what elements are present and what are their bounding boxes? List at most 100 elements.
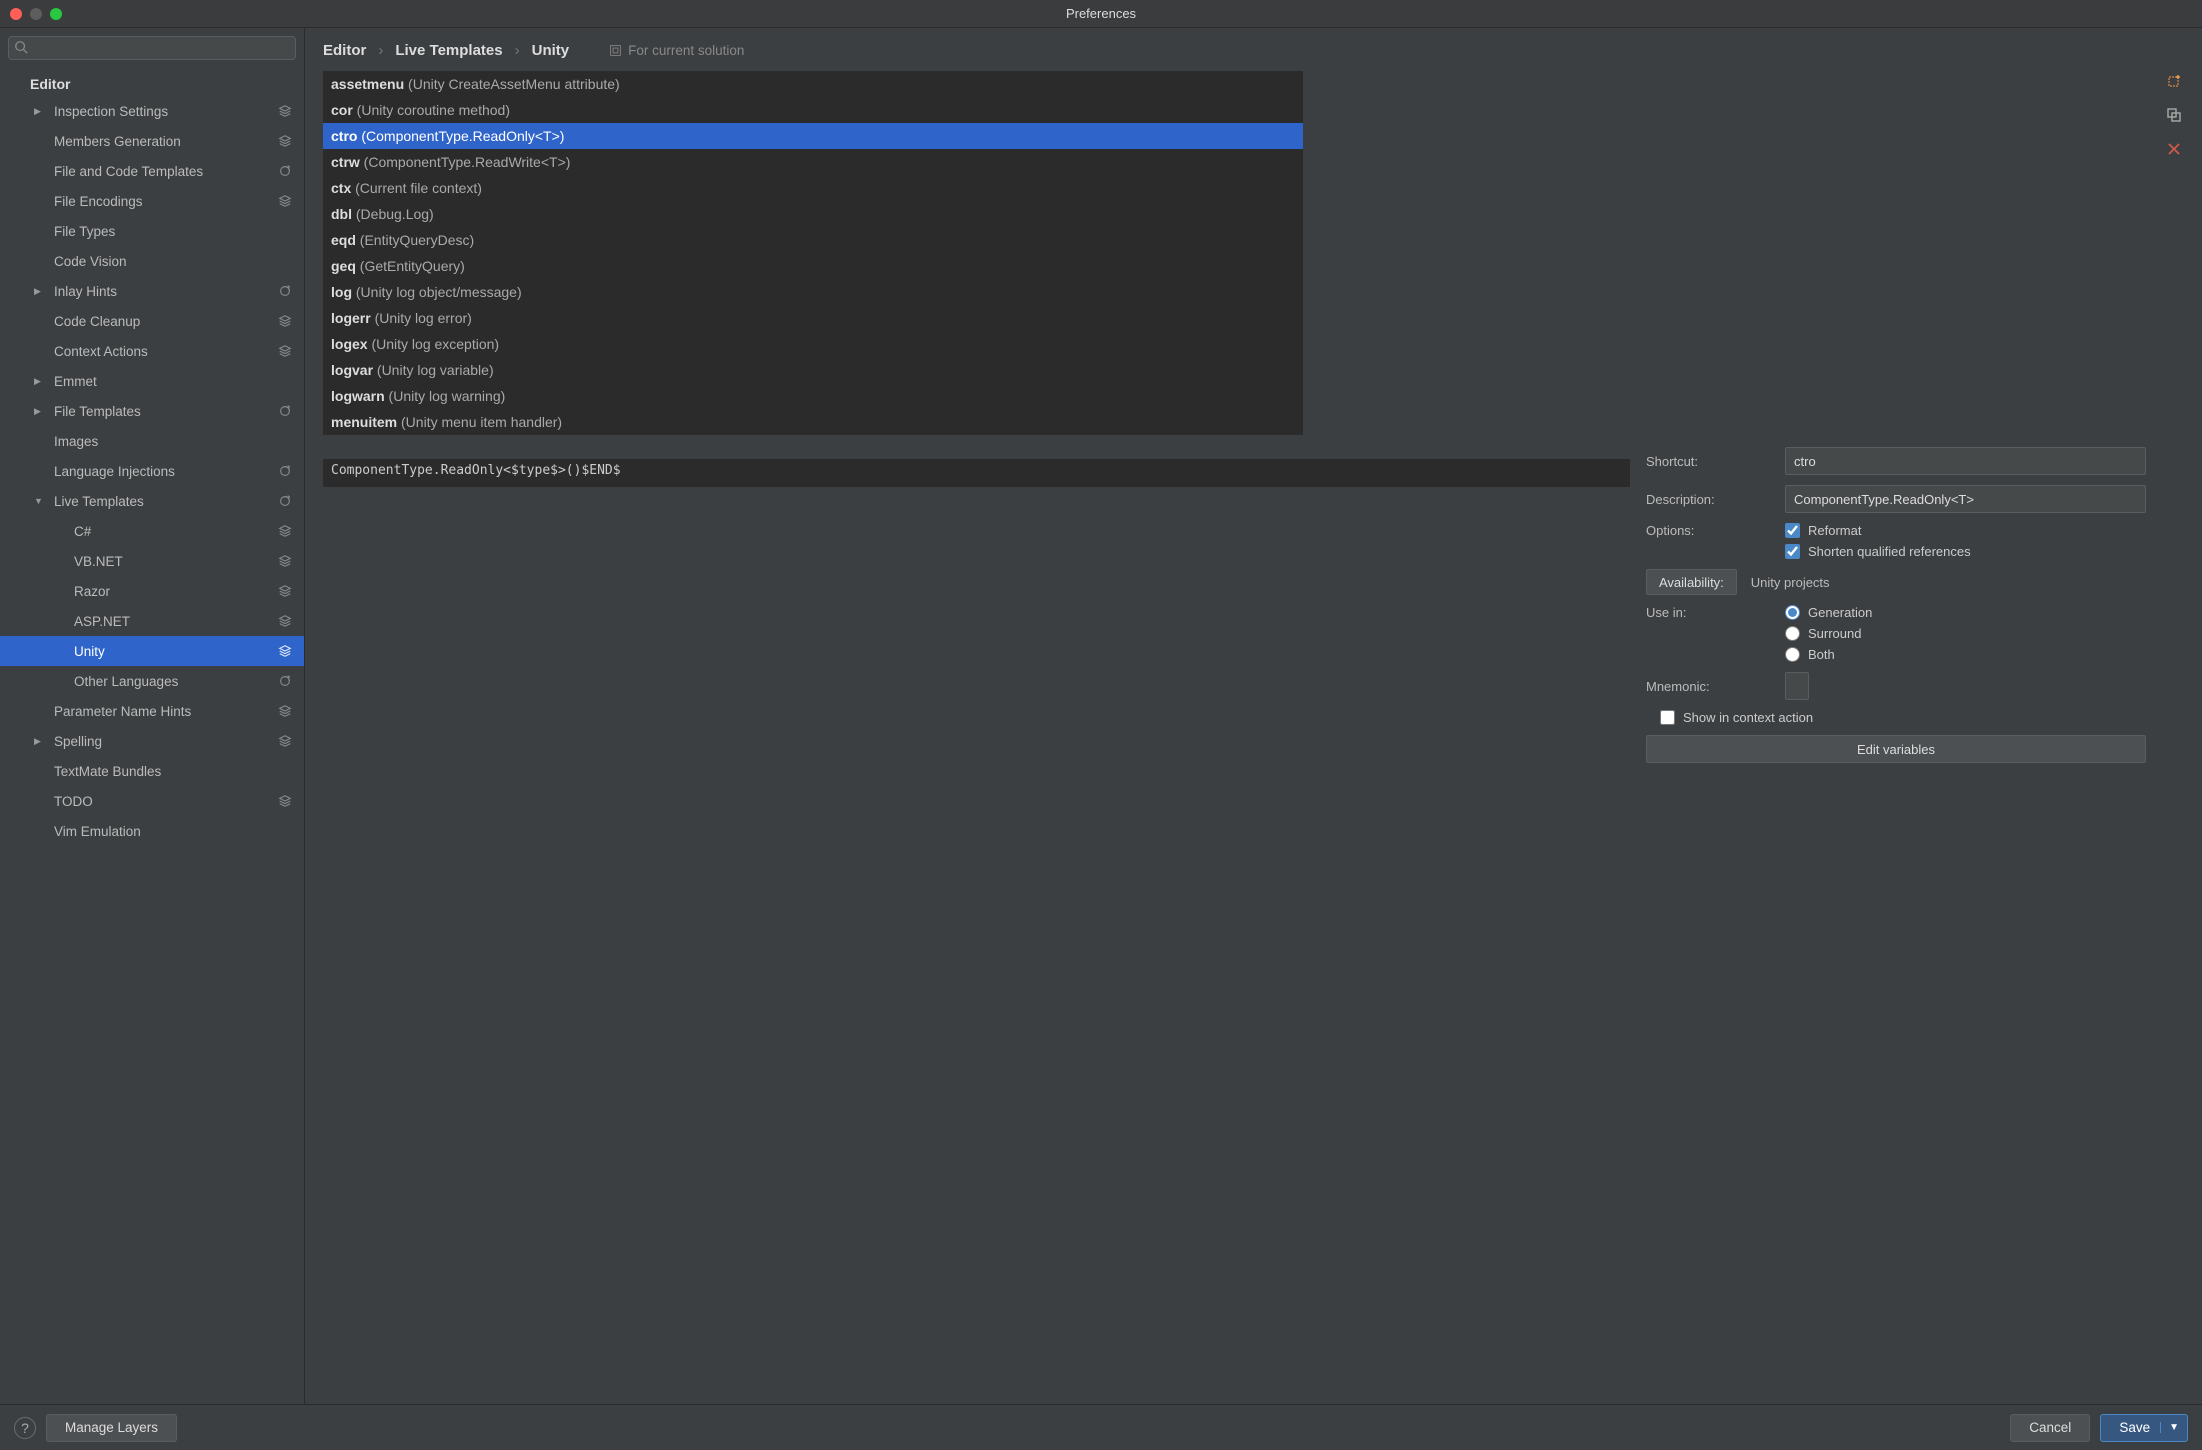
- layers-icon: [278, 644, 292, 658]
- layers-icon: [278, 614, 292, 628]
- template-item[interactable]: logvar (Unity log variable): [323, 357, 1303, 383]
- shortcut-input[interactable]: [1785, 447, 2146, 475]
- template-item[interactable]: dbl (Debug.Log): [323, 201, 1303, 227]
- usein-generation-radio[interactable]: Generation: [1785, 605, 2146, 620]
- sidebar-item[interactable]: Unity: [0, 636, 304, 666]
- breadcrumb: Editor › Live Templates › Unity For curr…: [323, 42, 2192, 59]
- edit-variables-button[interactable]: Edit variables: [1646, 735, 2146, 763]
- sidebar-item-label: File Templates: [54, 404, 141, 419]
- chevron-down-icon[interactable]: ▼: [2160, 1422, 2179, 1433]
- sidebar-item[interactable]: TODO: [0, 786, 304, 816]
- sidebar-item-label: TODO: [54, 794, 93, 809]
- chevron-right-icon[interactable]: ▶: [34, 106, 46, 117]
- sidebar-item-label: Parameter Name Hints: [54, 704, 191, 719]
- sidebar-item[interactable]: Images: [0, 426, 304, 456]
- sidebar-item[interactable]: Code Vision: [0, 246, 304, 276]
- sidebar-item[interactable]: Parameter Name Hints: [0, 696, 304, 726]
- sidebar-item-label: Context Actions: [54, 344, 148, 359]
- description-input[interactable]: [1785, 485, 2146, 513]
- chevron-right-icon[interactable]: ▶: [34, 286, 46, 297]
- help-icon[interactable]: ?: [14, 1417, 36, 1439]
- sidebar-item[interactable]: File Types: [0, 216, 304, 246]
- sidebar-item-label: Language Injections: [54, 464, 175, 479]
- chevron-down-icon[interactable]: ▼: [34, 496, 46, 506]
- chevron-right-icon[interactable]: ▶: [34, 736, 46, 747]
- sidebar-item[interactable]: ▶ File Templates: [0, 396, 304, 426]
- template-abbr: eqd: [331, 232, 356, 248]
- template-desc: (Unity CreateAssetMenu attribute): [404, 76, 620, 92]
- sidebar-item[interactable]: TextMate Bundles: [0, 756, 304, 786]
- sidebar-item[interactable]: File and Code Templates: [0, 156, 304, 186]
- sidebar-item[interactable]: ▶Inspection Settings: [0, 96, 304, 126]
- save-button[interactable]: Save ▼: [2100, 1414, 2188, 1442]
- sidebar-item[interactable]: ▶Spelling: [0, 726, 304, 756]
- chevron-right-icon[interactable]: ▶: [34, 376, 46, 387]
- titlebar: Preferences: [0, 0, 2202, 28]
- template-item[interactable]: logex (Unity log exception): [323, 331, 1303, 357]
- sidebar-item-label: Code Cleanup: [54, 314, 140, 329]
- template-item[interactable]: cor (Unity coroutine method): [323, 97, 1303, 123]
- sidebar-item[interactable]: Other Languages: [0, 666, 304, 696]
- layers-icon: [278, 194, 292, 208]
- template-item[interactable]: logwarn (Unity log warning): [323, 383, 1303, 409]
- manage-layers-button[interactable]: Manage Layers: [46, 1414, 177, 1442]
- sidebar-item[interactable]: ▶Inlay Hints: [0, 276, 304, 306]
- window-title: Preferences: [0, 6, 2202, 21]
- maximize-icon[interactable]: [50, 8, 62, 20]
- sidebar-item[interactable]: Code Cleanup: [0, 306, 304, 336]
- template-item[interactable]: menuitem (Unity menu item handler): [323, 409, 1303, 435]
- cancel-button[interactable]: Cancel: [2010, 1414, 2090, 1442]
- minimize-icon[interactable]: [30, 8, 42, 20]
- template-desc: (Unity coroutine method): [353, 102, 510, 118]
- scope-label[interactable]: For current solution: [609, 43, 744, 58]
- template-item[interactable]: log (Unity log object/message): [323, 279, 1303, 305]
- shortcut-label: Shortcut:: [1646, 454, 1771, 469]
- template-item[interactable]: assetmenu (Unity CreateAssetMenu attribu…: [323, 71, 1303, 97]
- sidebar-item[interactable]: C#: [0, 516, 304, 546]
- breadcrumb-part: Unity: [532, 42, 570, 59]
- shorten-refs-checkbox[interactable]: Shorten qualified references: [1785, 544, 2146, 559]
- template-list[interactable]: assetmenu (Unity CreateAssetMenu attribu…: [323, 71, 1303, 435]
- sidebar-item[interactable]: ASP.NET: [0, 606, 304, 636]
- template-item[interactable]: ctrw (ComponentType.ReadWrite<T>): [323, 149, 1303, 175]
- template-item[interactable]: ctx (Current file context): [323, 175, 1303, 201]
- new-template-icon[interactable]: [2166, 73, 2182, 89]
- sidebar-item-label: TextMate Bundles: [54, 764, 161, 779]
- template-item[interactable]: ctro (ComponentType.ReadOnly<T>): [323, 123, 1303, 149]
- restore-icon: [278, 464, 292, 478]
- availability-button[interactable]: Availability:: [1646, 569, 1737, 595]
- sidebar-item-label: Emmet: [54, 374, 97, 389]
- template-desc: (ComponentType.ReadOnly<T>): [357, 128, 564, 144]
- search-input[interactable]: [8, 36, 296, 60]
- layers-icon: [278, 554, 292, 568]
- sidebar-item[interactable]: Members Generation: [0, 126, 304, 156]
- chevron-right-icon[interactable]: ▶: [34, 406, 46, 417]
- breadcrumb-part[interactable]: Editor: [323, 42, 366, 59]
- template-abbr: cor: [331, 102, 353, 118]
- duplicate-template-icon[interactable]: [2166, 107, 2182, 123]
- sidebar-item[interactable]: Context Actions: [0, 336, 304, 366]
- reformat-checkbox[interactable]: Reformat: [1785, 523, 2146, 538]
- breadcrumb-part[interactable]: Live Templates: [395, 42, 502, 59]
- sidebar-item[interactable]: Razor: [0, 576, 304, 606]
- close-icon[interactable]: [10, 8, 22, 20]
- usein-surround-radio[interactable]: Surround: [1785, 626, 2146, 641]
- delete-template-icon[interactable]: [2166, 141, 2182, 157]
- template-item[interactable]: geq (GetEntityQuery): [323, 253, 1303, 279]
- sidebar-item[interactable]: ▼Live Templates: [0, 486, 304, 516]
- template-item[interactable]: logerr (Unity log error): [323, 305, 1303, 331]
- sidebar-item[interactable]: File Encodings: [0, 186, 304, 216]
- sidebar-item[interactable]: ▶ Emmet: [0, 366, 304, 396]
- usein-both-radio[interactable]: Both: [1785, 647, 2146, 662]
- sidebar-item[interactable]: Language Injections: [0, 456, 304, 486]
- layers-icon: [278, 584, 292, 598]
- template-item[interactable]: eqd (EntityQueryDesc): [323, 227, 1303, 253]
- sidebar-item[interactable]: Vim Emulation: [0, 816, 304, 846]
- sidebar: Editor ▶Inspection SettingsMembers Gener…: [0, 28, 305, 1404]
- template-desc: (GetEntityQuery): [356, 258, 465, 274]
- window-controls: [10, 8, 62, 20]
- show-context-action-checkbox[interactable]: Show in context action: [1660, 710, 1813, 725]
- template-code-editor[interactable]: ComponentType.ReadOnly<$type$>()$END$: [323, 459, 1630, 487]
- mnemonic-input[interactable]: [1785, 672, 1809, 700]
- sidebar-item[interactable]: VB.NET: [0, 546, 304, 576]
